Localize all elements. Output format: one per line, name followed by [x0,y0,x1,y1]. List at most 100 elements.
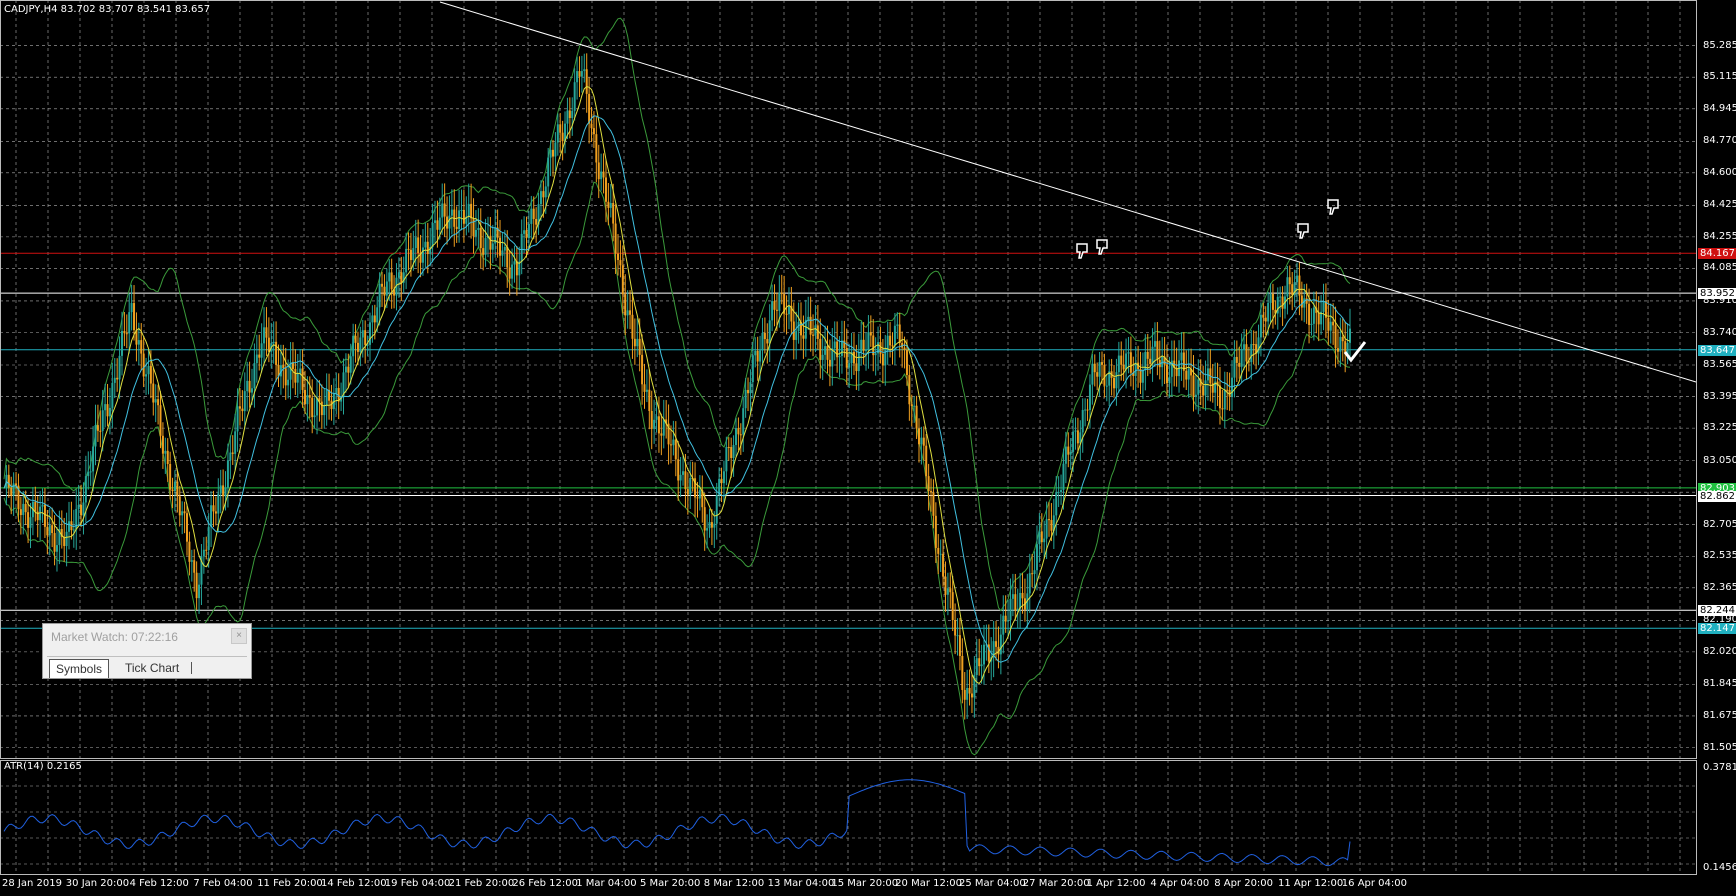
candle-body [520,233,523,262]
atr-axis-bottom: 0.1456 [1703,862,1736,873]
candle-body [82,502,85,516]
candle-body [1057,492,1060,494]
candle-body [1014,594,1017,611]
candle-body [696,497,699,499]
candle-body [674,439,677,460]
candle-body [787,305,790,315]
candle-body [378,283,381,308]
candle-body [1050,519,1053,531]
candle-body [600,171,603,180]
candle-body [173,481,176,491]
candle-body [499,237,502,256]
candle-body [99,430,102,432]
candle-body [809,316,812,335]
candle-body [7,474,10,488]
candle-body [819,338,822,360]
price-chart[interactable] [0,0,1736,896]
candle-body [937,547,940,554]
candle-body [157,399,160,406]
candle-body [1327,317,1330,331]
candle-body [22,503,25,516]
candle-body [756,350,759,362]
time-tick-label: 28 Jan 2019 [2,878,62,889]
thumbs-down-icon [1297,223,1309,239]
candle-body [1336,348,1339,352]
candle-body [1038,531,1041,545]
candle-body [771,301,774,321]
candle-body [441,203,444,218]
price-tick-label: 83.395 [1703,390,1736,402]
candle-body [638,338,641,355]
candle-body [614,223,617,254]
candle-body [65,531,68,547]
candle-body [925,445,928,477]
candle-body [922,437,925,446]
candle-body [1168,376,1171,384]
time-tick-label: 19 Feb 04:00 [384,878,451,889]
candle-body [217,493,220,514]
candle-body [323,405,326,416]
candle-body [364,330,367,345]
candle-body [650,410,653,429]
candle-body [1105,385,1108,387]
candle-body [619,260,622,266]
candle-body [344,366,347,373]
time-tick-label: 8 Apr 20:00 [1214,878,1274,889]
time-tick-label: 1 Apr 12:00 [1086,878,1146,889]
candle-body [68,521,71,532]
candle-body [41,504,44,507]
price-tick-label: 85.115 [1703,71,1736,83]
close-button[interactable]: × [231,628,247,644]
time-tick-label: 15 Mar 20:00 [831,878,899,889]
candle-body [747,389,750,394]
candle-body [108,407,111,417]
candle-body [539,191,542,205]
candle-body [210,505,213,527]
candle-body [530,208,533,224]
candle-body [390,272,393,290]
candle-body [1134,362,1137,376]
candle-body [183,511,186,514]
candle-body [1113,377,1116,389]
candle-body [400,272,403,283]
candle-body [53,533,56,552]
candle-body [706,528,709,531]
candle-body [828,359,831,367]
candle-body [1204,380,1207,396]
price-level-tag: 82.862 [1698,490,1736,502]
candle-body [207,526,210,551]
candle-body [812,334,815,336]
candle-body [434,220,437,223]
candle-body [479,227,482,249]
thumbs-down-icon [1096,239,1108,255]
candle-body [253,363,256,389]
tab-symbols[interactable]: Symbols [49,659,110,678]
candle-body [855,363,858,372]
candle-body [617,253,620,261]
candle-body [1202,385,1205,396]
candle-body [303,389,306,405]
candle-body [176,481,179,497]
candle-body [708,522,711,529]
candle-body [467,203,470,217]
candle-body [592,128,595,135]
candle-body [92,446,95,472]
tab-tick-chart[interactable]: Tick Chart [119,659,185,677]
candle-body [185,513,188,542]
candle-body [966,687,969,700]
market-watch-window[interactable]: Market Watch: 07:22:16 × Symbols Tick Ch… [42,623,252,679]
candle-body [1088,384,1091,410]
candle-body [905,349,908,376]
candle-body [511,264,514,279]
candle-body [1004,615,1007,622]
candle-body [860,339,863,352]
time-tick-label: 4 Feb 12:00 [129,878,189,889]
candle-body [881,353,884,366]
candle-body [525,230,528,239]
candle-body [554,142,557,157]
price-tick-label: 83.565 [1703,359,1736,370]
candle-body [352,335,355,357]
candle-body [251,388,254,393]
trendline[interactable] [439,1,1697,383]
candle-body [515,261,518,276]
